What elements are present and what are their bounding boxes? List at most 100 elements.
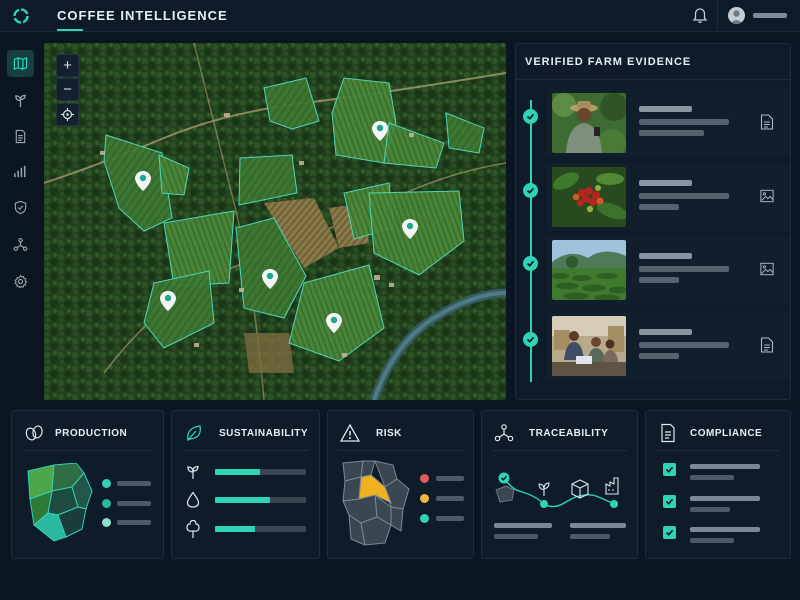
- compliance-checkbox[interactable]: [663, 526, 676, 539]
- card-divider: [492, 450, 627, 451]
- satellite-map[interactable]: [44, 43, 506, 400]
- evidence-item[interactable]: [516, 312, 790, 380]
- document-icon[interactable]: [760, 337, 774, 353]
- sidebar-item-network[interactable]: [7, 231, 34, 258]
- panel-divider: [516, 79, 790, 80]
- supply-chain-flow: [495, 472, 619, 508]
- compliance-item-placeholder: [690, 496, 760, 501]
- locate-button[interactable]: [56, 103, 79, 126]
- legend-dot: [102, 518, 111, 527]
- map-icon: [13, 56, 28, 71]
- compliance-checkbox[interactable]: [663, 463, 676, 476]
- sidebar-item-settings[interactable]: [7, 268, 34, 295]
- compliance-item-placeholder: [690, 538, 734, 543]
- logo-ring-icon[interactable]: [12, 7, 30, 25]
- risk-card[interactable]: RISK: [327, 410, 474, 559]
- evidence-detail-placeholder: [639, 130, 704, 136]
- legend-placeholder: [436, 516, 464, 521]
- sidebar-item-analytics[interactable]: [7, 158, 34, 185]
- image-icon[interactable]: [760, 261, 774, 277]
- evidence-detail-placeholder: [639, 204, 679, 210]
- evidence-title-placeholder: [639, 180, 692, 186]
- card-title: RISK: [376, 428, 402, 439]
- bar-fill: [215, 469, 260, 475]
- risk-low-dot: [420, 514, 429, 523]
- avatar[interactable]: [728, 7, 745, 24]
- evidence-detail-placeholder: [639, 277, 679, 283]
- map-terrain: [44, 43, 506, 400]
- sidebar-item-documents[interactable]: [7, 123, 34, 150]
- zoom-in-button[interactable]: +: [56, 54, 79, 77]
- card-divider: [22, 450, 153, 451]
- image-icon[interactable]: [760, 188, 774, 204]
- production-region-map: [27, 463, 93, 542]
- sidebar-item-map[interactable]: [7, 50, 34, 77]
- check-icon: [523, 332, 538, 347]
- evidence-item[interactable]: [516, 236, 790, 304]
- panel-title: VERIFIED FARM EVIDENCE: [525, 56, 692, 68]
- zoom-out-button[interactable]: −: [56, 78, 79, 101]
- evidence-item[interactable]: [516, 89, 790, 157]
- network-icon: [13, 238, 28, 251]
- compliance-item-placeholder: [690, 475, 734, 480]
- tree-icon: [186, 519, 200, 538]
- evidence-photo-coffee-cherries[interactable]: [552, 167, 626, 227]
- evidence-title-placeholder: [639, 253, 692, 259]
- evidence-photo-warehouse-team[interactable]: [552, 316, 626, 376]
- check-icon: [523, 183, 538, 198]
- document-icon[interactable]: [760, 114, 774, 130]
- sustainability-card[interactable]: SUSTAINABILITY: [171, 410, 320, 559]
- gear-icon: [14, 274, 28, 289]
- title-underline: [57, 29, 83, 31]
- sprout-icon: [15, 94, 26, 108]
- evidence-title-placeholder: [639, 329, 692, 335]
- verified-farm-evidence-panel: VERIFIED FARM EVIDENCE: [515, 43, 791, 400]
- compliance-card[interactable]: COMPLIANCE: [645, 410, 791, 559]
- compliance-item-placeholder: [690, 527, 760, 532]
- water-drop-icon: [186, 491, 200, 508]
- legend-placeholder: [436, 496, 464, 501]
- bell-icon[interactable]: [692, 7, 708, 25]
- leaf-icon: [187, 425, 201, 441]
- sprout-icon: [187, 465, 199, 479]
- sustainability-bar-water: [215, 497, 306, 503]
- trace-label-placeholder: [570, 523, 626, 528]
- sidebar-item-security[interactable]: [7, 194, 34, 221]
- compliance-checkbox[interactable]: [663, 495, 676, 508]
- compliance-item-placeholder: [690, 507, 730, 512]
- card-title: SUSTAINABILITY: [219, 428, 309, 439]
- production-card[interactable]: PRODUCTION: [11, 410, 164, 559]
- bar-fill: [215, 526, 256, 532]
- card-divider: [182, 450, 309, 451]
- evidence-detail-placeholder: [639, 119, 729, 125]
- user-name-placeholder[interactable]: [753, 13, 787, 18]
- evidence-detail-placeholder: [639, 193, 729, 199]
- legend-placeholder: [117, 520, 151, 525]
- sustainability-bar-forest: [215, 526, 306, 532]
- legend-placeholder: [117, 481, 151, 486]
- check-icon: [523, 109, 538, 124]
- evidence-photo-plantation[interactable]: [552, 240, 626, 300]
- document-icon: [661, 423, 675, 443]
- traceability-card[interactable]: TRACEABILITY: [481, 410, 638, 559]
- legend-placeholder: [117, 501, 151, 506]
- sidebar-item-farms[interactable]: [7, 87, 34, 114]
- app-title: COFFEE INTELLIGENCE: [57, 8, 228, 23]
- sustainability-bar-agriculture: [215, 469, 306, 475]
- evidence-detail-placeholder: [639, 266, 729, 272]
- coffee-bean-icon: [25, 425, 43, 441]
- card-title: TRACEABILITY: [529, 428, 609, 439]
- card-divider: [338, 450, 463, 451]
- risk-high-dot: [420, 474, 429, 483]
- compliance-item-placeholder: [690, 464, 760, 469]
- card-divider: [656, 450, 780, 451]
- top-divider: [717, 0, 718, 32]
- evidence-detail-placeholder: [639, 342, 729, 348]
- network-icon: [494, 424, 514, 442]
- evidence-photo-farmer[interactable]: [552, 93, 626, 153]
- trace-label-placeholder: [494, 523, 552, 528]
- top-bar: COFFEE INTELLIGENCE: [0, 0, 800, 32]
- evidence-item[interactable]: [516, 163, 790, 231]
- trace-label-placeholder: [494, 534, 538, 539]
- card-title: COMPLIANCE: [690, 428, 763, 439]
